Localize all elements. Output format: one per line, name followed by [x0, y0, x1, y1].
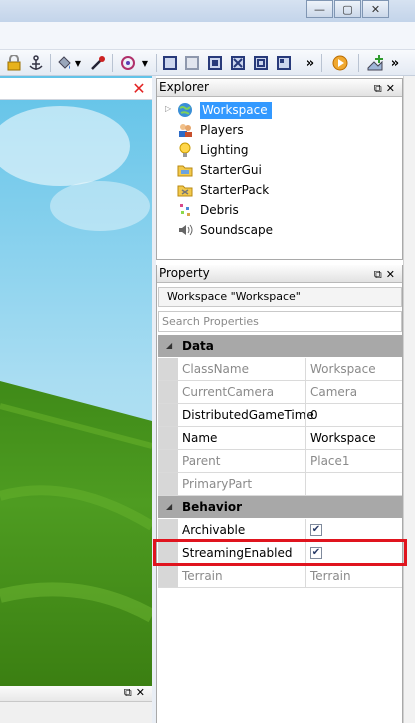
- property-row-classname[interactable]: ClassName Workspace: [158, 358, 402, 381]
- tree-item-soundscape[interactable]: Soundscape: [177, 220, 273, 240]
- tree-item-label: StarterPack: [200, 183, 270, 197]
- expand-arrow-icon[interactable]: ▷: [165, 104, 171, 113]
- property-name: Parent: [182, 454, 221, 468]
- archivable-checkbox[interactable]: ✔: [310, 524, 322, 536]
- window-controls: — ▢ ✕: [306, 0, 390, 20]
- restore-button[interactable]: ▢: [334, 0, 361, 18]
- snap-icon[interactable]: [276, 53, 292, 73]
- property-name: CurrentCamera: [182, 385, 275, 399]
- toolbar: ▼ ▼ » »: [0, 50, 415, 76]
- search-properties-input[interactable]: Search Properties: [158, 311, 402, 332]
- lightbulb-icon: [177, 142, 195, 158]
- property-name: Terrain: [182, 569, 223, 583]
- explorer-title: Explorer: [159, 80, 209, 94]
- tree-item-starterpack[interactable]: StarterPack: [177, 180, 269, 200]
- tree-item-debris[interactable]: Debris: [177, 200, 239, 220]
- insert-part-icon[interactable]: [366, 53, 384, 73]
- tree-item-label: Players: [200, 123, 244, 137]
- category-data[interactable]: ◢ Data: [158, 335, 402, 357]
- property-name: Name: [182, 431, 218, 445]
- explorer-panel: Explorer ⧉✕ ▷ Workspace Players Lighting…: [156, 78, 403, 260]
- tree-item-label: Workspace: [200, 101, 272, 119]
- property-row-name[interactable]: Name Workspace: [158, 427, 402, 450]
- property-name: PrimaryPart: [182, 477, 253, 491]
- explorer-panel-buttons[interactable]: ⧉✕: [374, 80, 399, 97]
- selected-object-label: Workspace "Workspace": [158, 287, 402, 307]
- paint-bucket-icon[interactable]: [56, 53, 72, 73]
- viewport-tab-bar: [0, 78, 152, 100]
- tree-item-lighting[interactable]: Lighting: [177, 140, 249, 160]
- tree-item-workspace[interactable]: Workspace: [177, 100, 272, 120]
- category-behavior[interactable]: ◢ Behavior: [158, 496, 402, 518]
- property-value: Workspace: [310, 362, 376, 376]
- play-icon[interactable]: [331, 53, 349, 73]
- property-row-currentcamera[interactable]: CurrentCamera Camera: [158, 381, 402, 404]
- tree-item-label: Soundscape: [200, 223, 273, 237]
- scale-icon[interactable]: [207, 53, 223, 73]
- color-picker-icon[interactable]: [90, 53, 106, 73]
- close-window-button[interactable]: ✕: [362, 0, 389, 18]
- bottom-panel-header: ⧉✕: [0, 686, 152, 702]
- right-dock-edge: [403, 76, 415, 723]
- property-row-terrain[interactable]: Terrain Terrain: [158, 565, 402, 588]
- property-value: Place1: [310, 454, 350, 468]
- dropdown-arrow-icon[interactable]: ▼: [140, 53, 150, 73]
- property-header: Property ⧉✕: [157, 265, 402, 283]
- property-title: Property: [159, 266, 210, 280]
- property-value: Camera: [310, 385, 358, 399]
- property-value: Terrain: [310, 569, 351, 583]
- ribbon-area: [0, 22, 415, 50]
- property-name: DistributedGameTime: [182, 408, 314, 422]
- property-row-distributedgametime[interactable]: DistributedGameTime 0: [158, 404, 402, 427]
- panel-buttons[interactable]: ⧉✕: [124, 686, 149, 700]
- globe-icon: [177, 102, 195, 118]
- property-value[interactable]: Workspace: [310, 431, 376, 445]
- property-panel: Property ⧉✕ Workspace "Workspace" Search…: [156, 265, 403, 723]
- terrain-scene: [0, 76, 152, 686]
- transform-icon[interactable]: [253, 53, 269, 73]
- toolbar-overflow-button[interactable]: »: [305, 53, 315, 73]
- tree-item-startergui[interactable]: StarterGui: [177, 160, 262, 180]
- minimize-button[interactable]: —: [306, 0, 333, 18]
- folder-icon: [177, 162, 195, 178]
- toolbar-overflow-button-2[interactable]: »: [390, 53, 400, 73]
- property-row-primarypart[interactable]: PrimaryPart: [158, 473, 402, 496]
- collapse-icon[interactable]: ◢: [166, 335, 172, 357]
- property-value[interactable]: 0: [310, 408, 318, 422]
- lock-icon[interactable]: [6, 53, 22, 73]
- collapse-icon[interactable]: ◢: [166, 496, 172, 518]
- folder-icon: [177, 182, 195, 198]
- explorer-header: Explorer ⧉✕: [157, 79, 402, 97]
- rotate-icon[interactable]: [230, 53, 246, 73]
- 3d-viewport[interactable]: [0, 76, 152, 686]
- property-name: ClassName: [182, 362, 249, 376]
- highlight-box: [153, 539, 407, 566]
- property-panel-buttons[interactable]: ⧉✕: [374, 266, 399, 283]
- property-name: Archivable: [182, 523, 246, 537]
- players-icon: [177, 122, 195, 138]
- tree-item-players[interactable]: Players: [177, 120, 244, 140]
- tree-item-label: Debris: [200, 203, 239, 217]
- category-label: Behavior: [182, 500, 243, 514]
- move-icon[interactable]: [184, 53, 200, 73]
- category-label: Data: [182, 339, 214, 353]
- dropdown-arrow-icon[interactable]: ▼: [73, 53, 83, 73]
- speaker-icon: [177, 222, 195, 238]
- close-icon[interactable]: ✕: [131, 81, 147, 97]
- tree-item-label: StarterGui: [200, 163, 262, 177]
- property-row-parent[interactable]: Parent Place1: [158, 450, 402, 473]
- anchor-icon[interactable]: [28, 53, 44, 73]
- group-icon[interactable]: [119, 53, 137, 73]
- select-icon[interactable]: [162, 53, 178, 73]
- tree-item-label: Lighting: [200, 143, 249, 157]
- debris-icon: [177, 202, 195, 218]
